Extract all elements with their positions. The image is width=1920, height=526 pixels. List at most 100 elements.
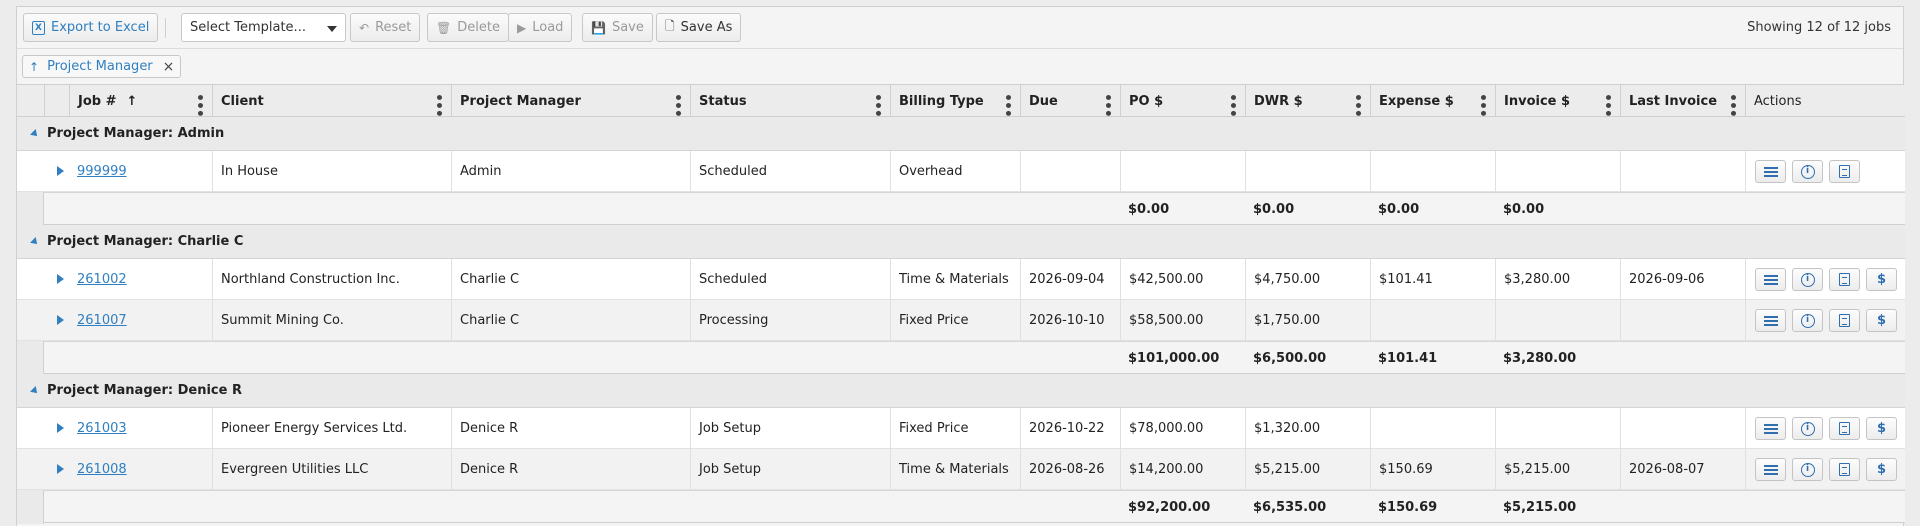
client-cell: Pioneer Energy Services Ltd. [212,408,451,449]
details-button[interactable] [1755,309,1786,332]
load-button[interactable]: ▶ Load [508,13,573,42]
sort-ascending-icon: ↑ [126,93,138,109]
total-dwr: $0.00 [1253,202,1295,217]
po-cell [1120,151,1245,192]
column-menu-icon[interactable]: ••• [999,93,1015,117]
job-cell[interactable]: 261007 [69,300,212,341]
expand-row-icon[interactable] [57,315,64,325]
template-select[interactable]: Select Template... [181,13,346,42]
group-row[interactable]: Project Manager: Denice R [17,374,1905,408]
export-excel-button[interactable]: X Export to Excel [23,13,159,42]
expand-row-icon[interactable] [57,464,64,474]
details-button[interactable] [1755,268,1786,291]
due-cell: 2026-10-22 [1020,408,1120,449]
actions-cell: i $ [1745,300,1905,341]
group-row[interactable]: Project Manager: Admin [17,117,1905,151]
column-header-invoice[interactable]: Invoice $ ••• [1495,85,1620,117]
job-cell[interactable]: 261008 [69,449,212,490]
column-header-status[interactable]: Status ••• [690,85,890,117]
column-header-last-invoice[interactable]: Last Invoice ••• [1620,85,1745,117]
document-icon [1839,165,1850,178]
dwr-cell [1245,151,1370,192]
toolbar-separator [165,18,166,38]
po-cell: $58,500.00 [1120,300,1245,341]
pm-cell: Denice R [451,408,690,449]
close-icon[interactable]: × [163,59,175,75]
invoice-button[interactable]: $ [1866,417,1897,440]
total-invoice: $3,280.00 [1503,351,1577,366]
column-header-due[interactable]: Due ••• [1020,85,1120,117]
client-cell: Summit Mining Co. [212,300,451,341]
column-menu-icon[interactable]: ••• [1099,93,1115,117]
total-expense: $101.41 [1378,351,1438,366]
document-button[interactable] [1829,417,1860,440]
save-as-button[interactable]: 🗋 Save As [656,13,742,42]
invoice-button[interactable]: $ [1866,458,1897,481]
total-expense: $150.69 [1378,500,1438,515]
column-menu-icon[interactable]: ••• [669,93,685,117]
info-button[interactable]: i [1792,309,1823,332]
column-menu-icon[interactable]: ••• [430,93,446,117]
document-button[interactable] [1829,309,1860,332]
pm-cell: Denice R [451,449,690,490]
job-cell[interactable]: 999999 [69,151,212,192]
info-button[interactable]: i [1792,458,1823,481]
pm-cell: Charlie C [451,300,690,341]
table-row[interactable]: 261007 Summit Mining Co. Charlie C Proce… [17,300,1905,341]
collapse-icon[interactable] [30,128,40,139]
table-row[interactable]: 261008 Evergreen Utilities LLC Denice R … [17,449,1905,490]
column-header-client[interactable]: Client ••• [212,85,451,117]
table-row[interactable]: 261002 Northland Construction Inc. Charl… [17,259,1905,300]
last-invoice-cell: 2026-09-06 [1620,259,1745,300]
column-menu-icon[interactable]: ••• [1724,93,1740,117]
column-menu-icon[interactable]: ••• [869,93,885,117]
delete-button[interactable]: 🗑 Delete [427,13,509,42]
column-menu-icon[interactable]: ••• [1599,93,1615,117]
column-header-dwr[interactable]: DWR $ ••• [1245,85,1370,117]
column-menu-icon[interactable]: ••• [191,93,207,117]
floppy-icon: 💾 [591,20,606,35]
column-menu-icon[interactable]: ••• [1349,93,1365,117]
column-header-job[interactable]: Job # ↑ ••• [69,85,212,117]
last-invoice-cell [1620,300,1745,341]
column-header-project-manager[interactable]: Project Manager ••• [451,85,690,117]
collapse-icon[interactable] [30,236,40,247]
expense-cell [1370,300,1495,341]
table-row[interactable]: 261003 Pioneer Energy Services Ltd. Deni… [17,408,1905,449]
save-button[interactable]: 💾 Save [582,13,653,42]
invoice-button[interactable]: $ [1866,309,1897,332]
group-row[interactable]: Project Manager: Charlie C [17,225,1905,259]
info-button[interactable]: i [1792,160,1823,183]
document-button[interactable] [1829,268,1860,291]
details-button[interactable] [1755,458,1786,481]
billing-cell: Time & Materials [890,259,1020,300]
group-by-area: ↑ Project Manager × [17,49,1903,85]
column-header-expense[interactable]: Expense $ ••• [1370,85,1495,117]
info-button[interactable]: i [1792,417,1823,440]
expand-header [44,85,69,117]
expand-row-icon[interactable] [57,166,64,176]
details-button[interactable] [1755,417,1786,440]
column-menu-icon[interactable]: ••• [1474,93,1490,117]
column-header-po[interactable]: PO $ ••• [1120,85,1245,117]
job-cell[interactable]: 261002 [69,259,212,300]
document-button[interactable] [1829,160,1860,183]
table-row[interactable]: 999999 In House Admin Scheduled Overhead… [17,151,1905,192]
column-menu-icon[interactable]: ••• [1224,93,1240,117]
details-button[interactable] [1755,160,1786,183]
document-button[interactable] [1829,458,1860,481]
expand-row-icon[interactable] [57,274,64,284]
reset-button[interactable]: ↶ Reset [350,13,421,42]
group-chip-project-manager[interactable]: ↑ Project Manager × [22,55,182,78]
list-icon [1763,166,1778,177]
group-indent [17,192,44,226]
collapse-icon[interactable] [30,385,40,396]
column-header-billing-type[interactable]: Billing Type ••• [890,85,1020,117]
list-icon [1763,464,1778,475]
dwr-cell: $5,215.00 [1245,449,1370,490]
expand-row-icon[interactable] [57,423,64,433]
invoice-button[interactable]: $ [1866,268,1897,291]
job-cell[interactable]: 261003 [69,408,212,449]
info-button[interactable]: i [1792,268,1823,291]
expense-cell: $101.41 [1370,259,1495,300]
